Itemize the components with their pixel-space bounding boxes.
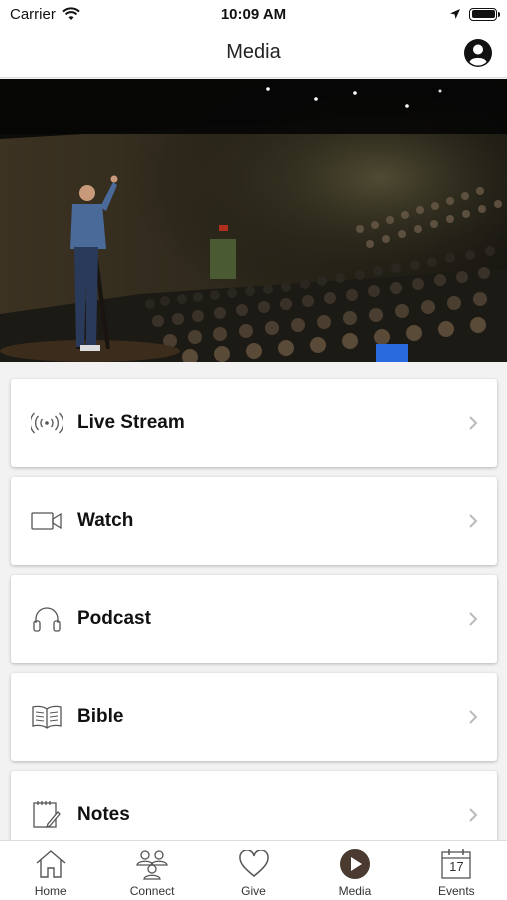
media-menu-list: Live Stream Watch Podcast Bible Notes <box>0 362 507 840</box>
headphones-icon <box>31 603 63 635</box>
menu-item-label: Podcast <box>77 608 151 629</box>
profile-icon[interactable] <box>463 38 493 68</box>
carrier-label: Carrier <box>10 5 56 23</box>
menu-item-label: Bible <box>77 706 124 727</box>
menu-item-label: Watch <box>77 510 134 531</box>
chevron-right-icon <box>469 710 478 724</box>
menu-item-podcast[interactable]: Podcast <box>11 575 497 663</box>
chevron-right-icon <box>469 612 478 626</box>
menu-item-watch[interactable]: Watch <box>11 477 497 565</box>
status-left: Carrier <box>10 6 80 23</box>
tab-label: Connect <box>129 884 175 898</box>
chevron-right-icon <box>469 514 478 528</box>
menu-item-label: Notes <box>77 804 130 825</box>
tab-home[interactable]: Home <box>0 841 101 900</box>
calendar-icon: 17 <box>439 847 473 881</box>
home-icon <box>34 847 68 881</box>
broadcast-icon <box>31 407 63 439</box>
play-icon <box>338 847 372 881</box>
menu-item-label: Live Stream <box>77 412 185 433</box>
tab-label: Media <box>338 884 372 898</box>
hero-photo <box>0 79 507 362</box>
tab-label: Home <box>34 884 67 898</box>
wifi-icon <box>62 7 80 20</box>
menu-item-live-stream[interactable]: Live Stream <box>11 379 497 467</box>
tab-bar: Home Connect Give Media 17 Events <box>0 840 507 900</box>
tab-events[interactable]: 17 Events <box>406 841 507 900</box>
menu-item-notes[interactable]: Notes <box>11 771 497 840</box>
notes-icon <box>31 799 63 831</box>
tab-media[interactable]: Media <box>304 841 405 900</box>
tab-label: Events <box>437 884 475 898</box>
tab-label: Give <box>241 884 266 898</box>
hero-image <box>0 79 507 362</box>
nav-bar: Media <box>0 28 507 78</box>
chevron-right-icon <box>469 416 478 430</box>
people-icon <box>135 847 169 881</box>
location-arrow-icon <box>450 9 460 19</box>
status-bar: Carrier 10:09 AM <box>0 0 507 28</box>
chevron-right-icon <box>469 808 478 822</box>
status-right <box>449 7 500 21</box>
calendar-date: 17 <box>449 859 464 874</box>
tab-give[interactable]: Give <box>203 841 304 900</box>
book-icon <box>31 701 63 733</box>
page-title: Media <box>226 41 281 63</box>
heart-icon <box>237 847 271 881</box>
menu-item-bible[interactable]: Bible <box>11 673 497 761</box>
battery-icon <box>469 7 500 21</box>
tab-connect[interactable]: Connect <box>101 841 202 900</box>
video-camera-icon <box>31 505 63 537</box>
